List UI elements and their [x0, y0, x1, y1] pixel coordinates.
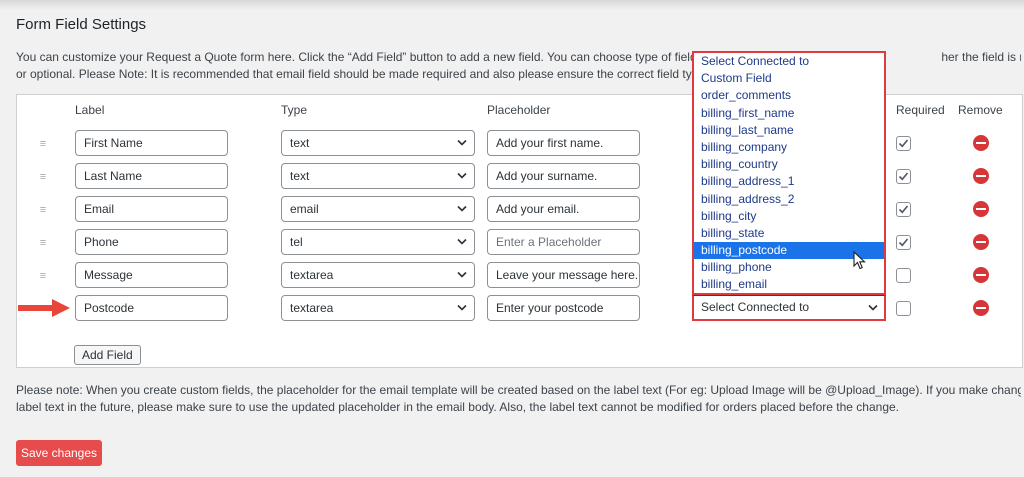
intro-line-1-left: You can customize your Request a Quote f… — [16, 50, 738, 64]
drag-handle-icon[interactable]: ≡ — [37, 271, 49, 282]
placeholder-input[interactable]: Add your email. — [487, 196, 640, 222]
drag-handle-icon[interactable]: ≡ — [37, 139, 49, 150]
remove-icon[interactable] — [973, 168, 989, 184]
label-input[interactable]: Last Name — [75, 163, 228, 189]
header-remove: Remove — [958, 103, 1003, 117]
remove-icon[interactable] — [973, 135, 989, 151]
dropdown-option[interactable]: billing_state — [694, 225, 884, 242]
type-select-value: text — [290, 169, 310, 183]
remove-icon[interactable] — [973, 300, 989, 316]
type-select-value: textarea — [290, 268, 334, 282]
type-select[interactable]: text — [281, 163, 475, 189]
type-select[interactable]: email — [281, 196, 475, 222]
drag-handle-icon[interactable]: ≡ — [37, 205, 49, 216]
placeholder-input[interactable]: Add your surname. — [487, 163, 640, 189]
header-label: Label — [75, 103, 105, 117]
type-select-value: textarea — [290, 301, 334, 315]
required-checkbox[interactable] — [896, 268, 911, 283]
note-line-1: Please note: When you create custom fiel… — [16, 383, 1021, 397]
type-select[interactable]: text — [281, 130, 475, 156]
label-input[interactable]: Message — [75, 262, 228, 288]
dropdown-option[interactable]: billing_city — [694, 208, 884, 225]
type-select[interactable]: textarea — [281, 262, 475, 288]
check-icon — [898, 172, 909, 181]
required-checkbox[interactable] — [896, 136, 911, 151]
required-checkbox[interactable] — [896, 301, 911, 316]
dropdown-option[interactable]: order_comments — [694, 87, 884, 104]
note-line-2: label text in the future, please make su… — [16, 400, 900, 414]
header-type: Type — [281, 103, 308, 117]
remove-icon[interactable] — [973, 267, 989, 283]
mouse-cursor-icon — [853, 251, 866, 270]
remove-icon[interactable] — [973, 201, 989, 217]
header-placeholder: Placeholder — [487, 103, 551, 117]
label-input[interactable]: First Name — [75, 130, 228, 156]
drag-handle-icon[interactable]: ≡ — [37, 238, 49, 249]
header-required: Required — [896, 103, 945, 117]
dropdown-option[interactable]: Select Connected to — [694, 53, 884, 70]
placeholder-input[interactable]: Leave your message here. — [487, 262, 640, 288]
label-input[interactable]: Postcode — [75, 295, 228, 321]
type-select-value: text — [290, 136, 310, 150]
label-input[interactable]: Email — [75, 196, 228, 222]
chevron-down-icon — [868, 304, 878, 311]
required-checkbox[interactable] — [896, 169, 911, 184]
note-text: Please note: When you create custom fiel… — [16, 382, 1021, 416]
type-select[interactable]: textarea — [281, 295, 475, 321]
save-changes-button[interactable]: Save changes — [16, 440, 102, 466]
check-icon — [898, 139, 909, 148]
chevron-down-icon — [457, 238, 467, 245]
chevron-down-icon — [457, 205, 467, 212]
placeholder-input[interactable]: Enter a Placeholder — [487, 229, 640, 255]
dropdown-option[interactable]: billing_address_2 — [694, 191, 884, 208]
page-title: Form Field Settings — [16, 16, 147, 33]
remove-icon[interactable] — [973, 234, 989, 250]
chevron-down-icon — [457, 271, 467, 278]
dropdown-option[interactable]: billing_first_name — [694, 105, 884, 122]
red-arrow-icon — [18, 299, 70, 317]
required-checkbox[interactable] — [896, 235, 911, 250]
dropdown-option[interactable]: billing_country — [694, 156, 884, 173]
placeholder-input[interactable]: Enter your postcode — [487, 295, 640, 321]
chevron-down-icon — [457, 172, 467, 179]
type-select-value: email — [290, 202, 319, 216]
placeholder-input[interactable]: Add your first name. — [487, 130, 640, 156]
type-select-value: tel — [290, 235, 303, 249]
chevron-down-icon — [457, 139, 467, 146]
dropdown-option[interactable]: Custom Field — [694, 70, 884, 87]
add-field-button[interactable]: Add Field — [74, 345, 141, 365]
dropdown-option[interactable]: billing_company — [694, 139, 884, 156]
label-input[interactable]: Phone — [75, 229, 228, 255]
required-checkbox[interactable] — [896, 202, 911, 217]
connected-to-selected-value: Select Connected to — [701, 300, 810, 314]
connected-to-select[interactable]: Select Connected to — [692, 295, 886, 321]
type-select[interactable]: tel — [281, 229, 475, 255]
check-icon — [898, 238, 909, 247]
dropdown-option[interactable]: billing_email — [694, 276, 884, 293]
dropdown-option[interactable]: billing_last_name — [694, 122, 884, 139]
chevron-down-icon — [457, 304, 467, 311]
dropdown-option[interactable]: billing_address_1 — [694, 173, 884, 190]
drag-handle-icon[interactable]: ≡ — [37, 172, 49, 183]
top-shadow — [0, 0, 1024, 10]
check-icon — [898, 205, 909, 214]
